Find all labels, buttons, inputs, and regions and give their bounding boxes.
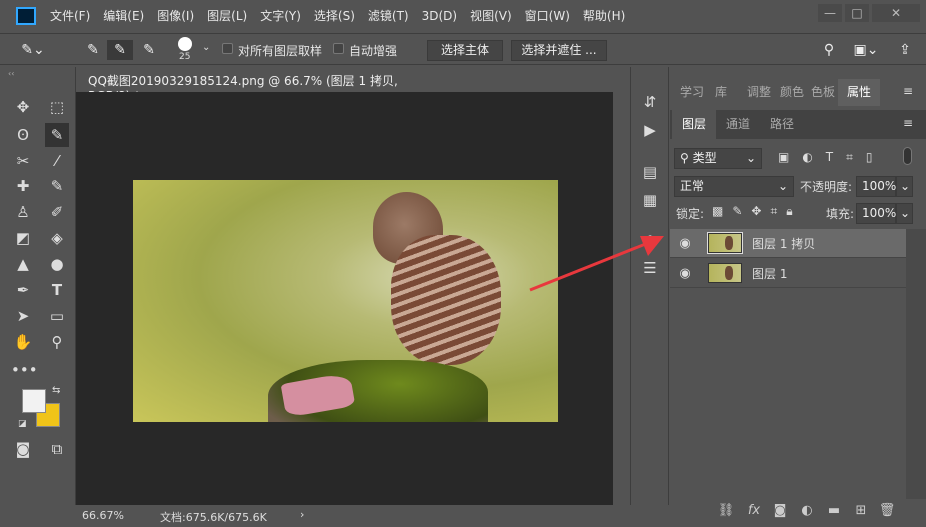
red-arrow — [529, 236, 664, 292]
